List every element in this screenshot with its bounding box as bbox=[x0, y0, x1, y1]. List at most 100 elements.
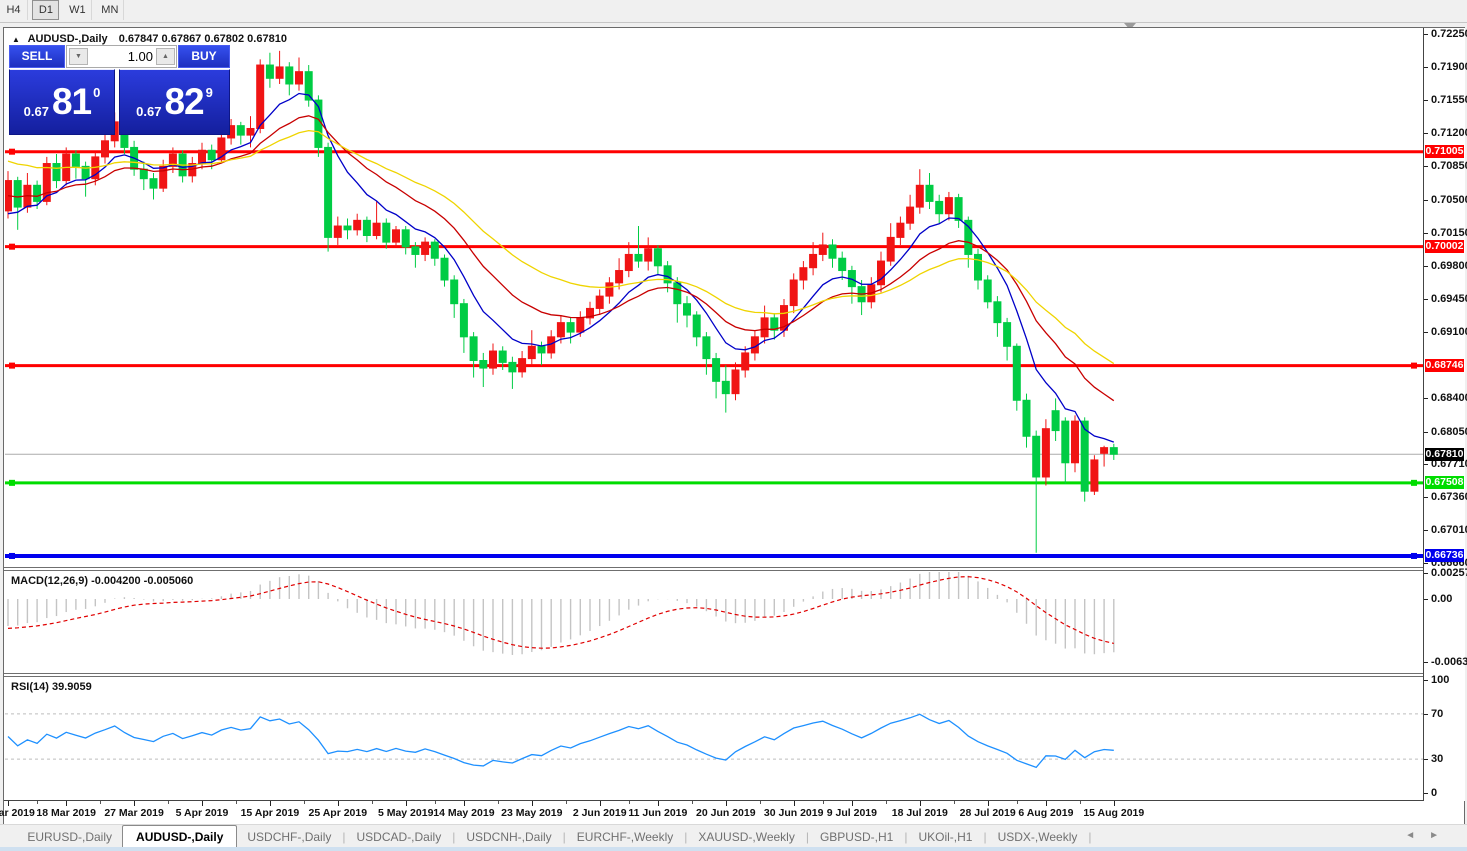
chart-tab-eurusd[interactable]: EURUSD-,Daily bbox=[17, 826, 122, 848]
hline-left-handle[interactable] bbox=[9, 480, 15, 486]
candle-body bbox=[344, 226, 351, 230]
tab-scroll-left-icon[interactable]: ◄ bbox=[1405, 830, 1429, 841]
volume-input[interactable]: 1.00 bbox=[91, 48, 153, 66]
hline-left-handle[interactable] bbox=[9, 363, 15, 369]
chart-tab-usdcnh[interactable]: USDCNH-,Daily bbox=[456, 826, 561, 848]
candle-body bbox=[819, 245, 826, 254]
pane-splitter[interactable] bbox=[4, 673, 1464, 677]
candle-body bbox=[422, 242, 429, 254]
date-label: 18 Mar 2019 bbox=[28, 807, 104, 819]
date-minor-tick bbox=[823, 801, 824, 804]
price-tick bbox=[1424, 166, 1428, 167]
timeframe-button-h4[interactable]: H4 bbox=[0, 0, 28, 20]
hline-left-handle[interactable] bbox=[9, 244, 15, 250]
price-tick-label: 0.71900 bbox=[1431, 61, 1467, 73]
date-minor-tick bbox=[37, 801, 38, 804]
hline-left-handle[interactable] bbox=[9, 553, 15, 559]
chart-tab-gbpusd[interactable]: GBPUSD-,H1 bbox=[810, 826, 903, 848]
timeframe-button-mn[interactable]: MN bbox=[96, 0, 124, 20]
price-tick-label: 0.67360 bbox=[1431, 491, 1467, 503]
tab-separator: | bbox=[684, 826, 687, 848]
chart-tab-usdx[interactable]: USDX-,Weekly bbox=[988, 826, 1088, 848]
rsi-scale-tick bbox=[1424, 714, 1428, 715]
current-price-badge: 0.67810 bbox=[1425, 448, 1464, 461]
date-tick bbox=[406, 801, 407, 806]
date-tick bbox=[726, 801, 727, 806]
candle-body bbox=[480, 361, 487, 369]
hline-right-handle[interactable] bbox=[1411, 553, 1417, 559]
candle-body bbox=[150, 179, 157, 188]
candle-body bbox=[703, 337, 710, 359]
volume-decrease-icon[interactable]: ▼ bbox=[69, 48, 88, 65]
candle-body bbox=[916, 185, 923, 207]
rsi-scale-label: 30 bbox=[1431, 753, 1443, 765]
horizontal-line-0.67508[interactable] bbox=[5, 480, 1423, 486]
date-label: 27 Mar 2019 bbox=[96, 807, 172, 819]
chart-tab-usdchf[interactable]: USDCHF-,Daily bbox=[237, 826, 341, 848]
hline-left-handle[interactable] bbox=[9, 149, 15, 155]
horizontal-line-0.70002[interactable] bbox=[5, 244, 1423, 250]
chart-tab-xauusd[interactable]: XAUUSD-,Weekly bbox=[688, 826, 804, 848]
hline-right-handle[interactable] bbox=[1411, 480, 1417, 486]
candle-body bbox=[635, 254, 642, 261]
candle-body bbox=[199, 150, 206, 163]
macd-scale-label: 0.002574 bbox=[1431, 567, 1467, 579]
candle-body bbox=[528, 346, 535, 358]
candle-body bbox=[887, 237, 894, 261]
rsi-chart-canvas[interactable] bbox=[5, 678, 1423, 800]
buy-button[interactable]: BUY bbox=[178, 45, 230, 68]
chart-tab-eurchf[interactable]: EURCHF-,Weekly bbox=[567, 826, 683, 848]
tab-scroll-right-icon[interactable]: ► bbox=[1429, 830, 1453, 841]
date-minor-tick bbox=[760, 801, 761, 804]
candle-body bbox=[266, 65, 273, 78]
price-tick-label: 0.71200 bbox=[1431, 127, 1467, 139]
candle-body bbox=[160, 166, 167, 188]
macd-scale-tick bbox=[1424, 599, 1428, 600]
candle-body bbox=[451, 280, 458, 304]
pane-splitter[interactable] bbox=[4, 567, 1464, 571]
date-minor-tick bbox=[1080, 801, 1081, 804]
price-level-badge: 0.66736 bbox=[1425, 549, 1464, 562]
chart-tab-audusd[interactable]: AUDUSD-,Daily bbox=[122, 825, 237, 849]
macd-histogram bbox=[8, 572, 1114, 655]
candle-body bbox=[1033, 436, 1040, 477]
horizontal-line-0.66736[interactable] bbox=[5, 553, 1423, 559]
timeframe-button-d1[interactable]: D1 bbox=[32, 0, 59, 20]
macd-scale-label: -0.006326 bbox=[1431, 656, 1467, 668]
date-tick bbox=[920, 801, 921, 806]
time-axis[interactable]: 8 Mar 201918 Mar 201927 Mar 20195 Apr 20… bbox=[4, 801, 1464, 824]
date-tick bbox=[8, 801, 9, 806]
moving-average-line bbox=[8, 94, 1114, 443]
buy-price-quote[interactable]: 0.67 82 9 bbox=[119, 69, 230, 135]
date-minor-tick bbox=[168, 801, 169, 804]
date-label: 14 May 2019 bbox=[426, 807, 502, 819]
price-axis[interactable]: 0.722500.719000.715500.712000.708500.705… bbox=[1424, 28, 1465, 801]
buy-price-pip: 9 bbox=[206, 85, 213, 100]
candle-body bbox=[53, 164, 60, 181]
chart-tab-bar: EURUSD-,DailyAUDUSD-,DailyUSDCHF-,Daily|… bbox=[0, 824, 1467, 848]
date-tick bbox=[658, 801, 659, 806]
chart-tab-ukoil[interactable]: UKOil-,H1 bbox=[908, 826, 982, 848]
timeframe-button-w1[interactable]: W1 bbox=[64, 0, 92, 20]
candle-body bbox=[1042, 429, 1049, 477]
volume-stepper: ▼ 1.00 ▲ bbox=[66, 45, 177, 68]
candle-body bbox=[955, 198, 962, 221]
date-minor-tick bbox=[100, 801, 101, 804]
hline-right-handle[interactable] bbox=[1411, 363, 1417, 369]
candle-body bbox=[557, 323, 564, 337]
chart-tab-usdcad[interactable]: USDCAD-,Daily bbox=[347, 826, 452, 848]
one-click-trade-panel: SELL ▼ 1.00 ▲ BUY 0.67 81 0 0.67 82 9 bbox=[9, 45, 230, 136]
date-minor-tick bbox=[954, 801, 955, 804]
sell-button[interactable]: SELL bbox=[9, 45, 65, 68]
sell-price-quote[interactable]: 0.67 81 0 bbox=[9, 69, 115, 135]
tab-separator: | bbox=[342, 826, 345, 848]
candle-body bbox=[276, 67, 283, 78]
date-tick bbox=[600, 801, 601, 806]
candle-body bbox=[325, 147, 332, 237]
volume-increase-icon[interactable]: ▲ bbox=[156, 48, 175, 65]
candle-body bbox=[732, 370, 739, 394]
macd-chart-canvas[interactable] bbox=[5, 572, 1423, 672]
date-label: 23 May 2019 bbox=[494, 807, 570, 819]
candle-body bbox=[926, 185, 933, 201]
price-tick bbox=[1424, 563, 1428, 564]
